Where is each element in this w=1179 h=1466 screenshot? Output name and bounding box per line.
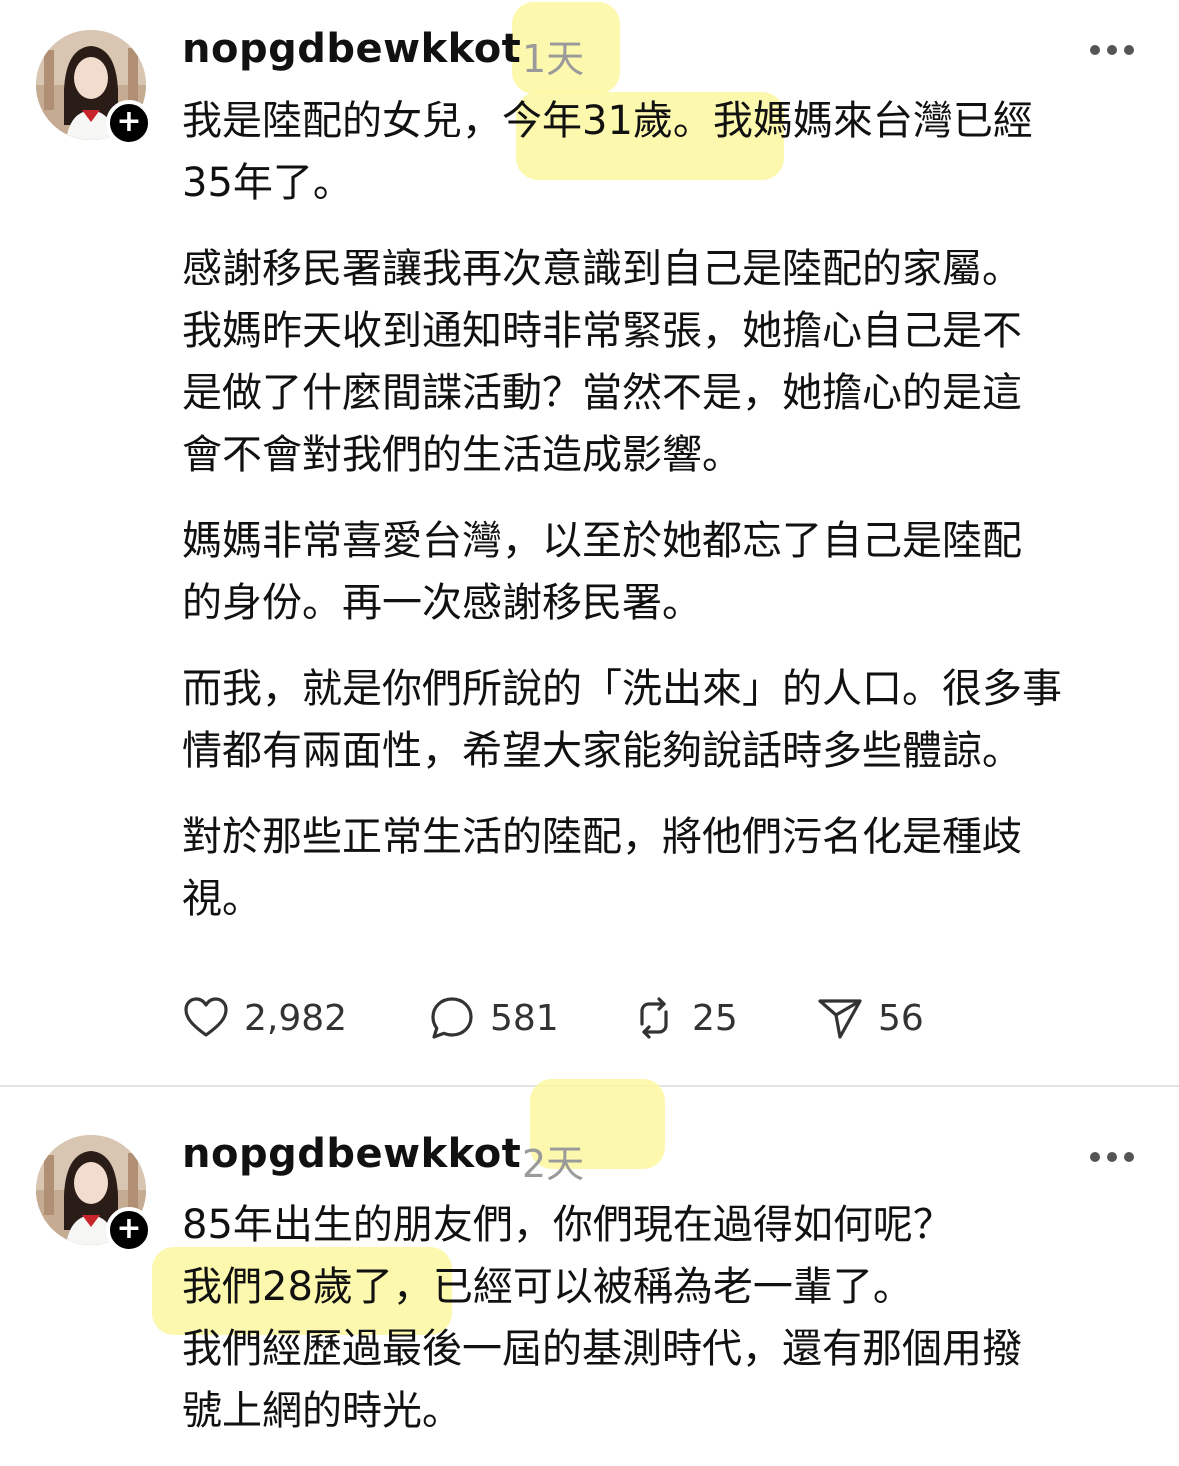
username[interactable]: nopgdbewkkot: [182, 26, 521, 72]
follow-plus-button[interactable]: +: [106, 1207, 152, 1253]
comment-count: 581: [490, 997, 559, 1039]
plus-icon: +: [116, 1211, 142, 1246]
repost-icon: [640, 997, 668, 1039]
share-count: 56: [878, 997, 924, 1039]
post-2: + nopgdbewkkot 2天 85年出生的朋友們，你們現在過得如何呢？ 我…: [0, 1079, 1179, 1466]
more-icon[interactable]: [1090, 45, 1134, 57]
username[interactable]: nopgdbewkkot: [182, 1131, 521, 1177]
post-1: + nopgdbewkkot 1天 我是陸配的女兒，今年31歲。我媽媽來台灣已經…: [0, 0, 1179, 1085]
share-button[interactable]: 56: [816, 993, 924, 1043]
post-time: 2天: [522, 1142, 585, 1186]
repost-button[interactable]: 25: [630, 993, 738, 1043]
like-count: 2,982: [244, 997, 348, 1039]
heart-icon: [184, 997, 228, 1037]
repost-count: 25: [692, 997, 738, 1039]
share-icon: [818, 999, 862, 1039]
follow-plus-button[interactable]: +: [106, 100, 152, 146]
comment-icon: [431, 997, 473, 1039]
post-body: 85年出生的朋友們，你們現在過得如何呢？ 我們28歲了，已經可以被稱為老一輩了。…: [182, 1194, 1152, 1466]
paragraph: 媽媽非常喜愛台灣，以至於她都忘了自己是陸配 的身份。再一次感謝移民署。: [182, 518, 1022, 626]
paragraph: 感謝移民署讓我再次意識到自己是陸配的家屬。 我媽昨天收到通知時非常緊張，她擔心自…: [182, 246, 1022, 478]
plus-icon: +: [116, 104, 142, 139]
like-button[interactable]: 2,982: [182, 993, 347, 1043]
post-body: 我是陸配的女兒，今年31歲。我媽媽來台灣已經 35年了。 感謝移民署讓我再次意識…: [182, 90, 1152, 954]
paragraph: 我是陸配的女兒，今年31歲。我媽媽來台灣已經 35年了。: [182, 98, 1033, 206]
comment-button[interactable]: 581: [428, 993, 559, 1043]
paragraph: 85年出生的朋友們，你們現在過得如何呢？ 我們28歲了，已經可以被稱為老一輩了。…: [182, 1202, 1022, 1434]
paragraph: 對於那些正常生活的陸配，將他們污名化是種歧 視。: [182, 814, 1022, 922]
paragraph: 而我，就是你們所說的「洗出來」的人口。很多事 情都有兩面性，希望大家能夠說話時多…: [182, 666, 1062, 774]
post-time: 1天: [522, 37, 585, 81]
more-icon[interactable]: [1090, 1152, 1134, 1164]
